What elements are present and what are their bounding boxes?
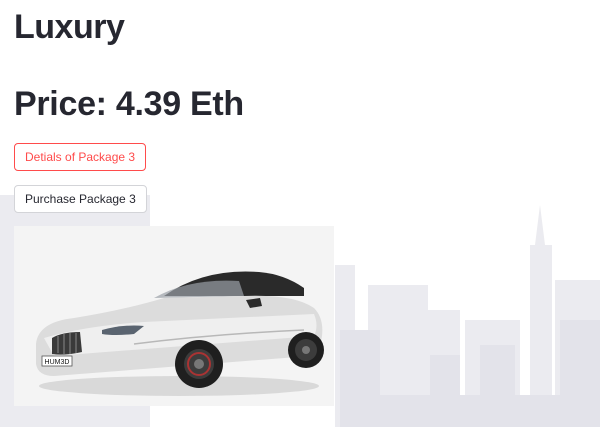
purchase-package-button[interactable]: Purchase Package 3 — [14, 185, 147, 213]
car-image: HUM3D — [14, 226, 334, 406]
details-package-button[interactable]: Detials of Package 3 — [14, 143, 147, 171]
package-price: Price: 4.39 Eth — [14, 85, 244, 123]
convertible-car-illustration: HUM3D — [36, 271, 324, 396]
license-plate-text: HUM3D — [45, 359, 70, 366]
package-title: Luxury — [14, 8, 125, 46]
